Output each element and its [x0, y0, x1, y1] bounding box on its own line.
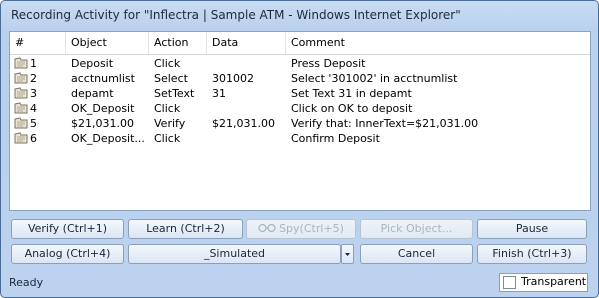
recording-grid: # Object Action Data Comment 1 Deposit C… [9, 31, 591, 211]
step-icon [14, 102, 28, 114]
row-data: 31 [212, 87, 226, 100]
status-text: Ready [9, 276, 44, 289]
step-icon [14, 57, 28, 69]
row-comment: Verify that: InnerText=$21,031.00 [291, 117, 479, 130]
row-number: 4 [30, 102, 37, 115]
column-header-object[interactable]: Object [66, 32, 149, 54]
window-title: Recording Activity for "Inflectra | Samp… [11, 8, 461, 22]
row-comment: Select '301002' in acctnumlist [291, 72, 458, 85]
step-icon [14, 72, 28, 84]
row-object: acctnumlist [71, 72, 135, 85]
row-data: 301002 [212, 72, 254, 85]
checkbox-box[interactable] [503, 276, 516, 289]
step-icon [14, 117, 28, 129]
title-bar: Recording Activity for "Inflectra | Samp… [1, 1, 598, 31]
table-row[interactable]: 3 depamt SetText 31 Set Text 31 in depam… [10, 86, 590, 101]
table-row[interactable]: 5 $21,031.00 Verify $21,031.00 Verify th… [10, 116, 590, 131]
learn-button[interactable]: Learn (Ctrl+2) [128, 219, 243, 239]
row-action: Select [154, 72, 188, 85]
row-object: OK_Deposit [71, 102, 135, 115]
grid-header: # Object Action Data Comment [10, 32, 590, 55]
row-number: 2 [30, 72, 37, 85]
finish-button[interactable]: Finish (Ctrl+3) [477, 244, 587, 264]
simulated-button[interactable]: _Simulated [128, 244, 341, 264]
spy-button[interactable]: Spy(Ctrl+5) [246, 219, 356, 239]
row-action: Verify [154, 117, 186, 130]
column-header-data[interactable]: Data [207, 32, 286, 54]
pick-object-button[interactable]: Pick Object... [360, 219, 473, 239]
row-number: 1 [30, 57, 37, 70]
step-icon [14, 87, 28, 99]
table-row[interactable]: 4 OK_Deposit Click Click on OK to deposi… [10, 101, 590, 116]
row-action: SetText [154, 87, 195, 100]
row-data [207, 131, 286, 146]
pause-button[interactable]: Pause [477, 219, 587, 239]
analog-button[interactable]: Analog (Ctrl+4) [11, 244, 124, 264]
row-number: 3 [30, 87, 37, 100]
row-action: Click [154, 132, 181, 145]
chevron-down-icon [345, 253, 350, 256]
row-number: 6 [30, 132, 37, 145]
cancel-button[interactable]: Cancel [360, 244, 473, 264]
simulated-dropdown-button[interactable] [341, 244, 354, 264]
row-object: OK_Deposit... [71, 132, 145, 145]
recording-activity-window: Recording Activity for "Inflectra | Samp… [0, 0, 599, 298]
row-data [207, 101, 286, 116]
row-comment: Press Deposit [291, 57, 366, 70]
spy-button-label: Spy(Ctrl+5) [279, 222, 344, 235]
verify-button[interactable]: Verify (Ctrl+1) [11, 219, 124, 239]
table-row[interactable]: 1 Deposit Click Press Deposit [10, 56, 590, 71]
row-object: depamt [71, 87, 114, 100]
column-header-action[interactable]: Action [149, 32, 207, 54]
table-row[interactable]: 2 acctnumlist Select 301002 Select '3010… [10, 71, 590, 86]
row-comment: Set Text 31 in depamt [291, 87, 412, 100]
row-action: Click [154, 102, 181, 115]
transparent-label: Transparent [521, 275, 587, 288]
row-comment: Confirm Deposit [291, 132, 380, 145]
row-number: 5 [30, 117, 37, 130]
row-data: $21,031.00 [212, 117, 275, 130]
row-action: Click [154, 57, 181, 70]
transparent-checkbox[interactable]: Transparent [499, 273, 588, 292]
row-comment: Click on OK to deposit [291, 102, 413, 115]
table-row[interactable]: 6 OK_Deposit... Click Confirm Deposit [10, 131, 590, 146]
row-object: $21,031.00 [71, 117, 134, 130]
step-icon [14, 132, 28, 144]
column-header-comment[interactable]: Comment [286, 32, 590, 54]
glasses-icon [258, 223, 276, 233]
row-object: Deposit [71, 57, 114, 70]
column-header-number[interactable]: # [10, 32, 66, 54]
row-data [207, 56, 286, 71]
